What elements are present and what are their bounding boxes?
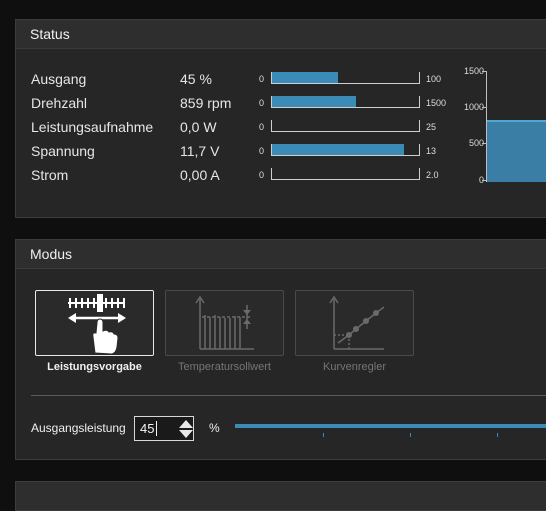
status-row-spannung: Spannung 11,7 V 0 13 xyxy=(31,142,451,162)
power-setpoint-icon xyxy=(68,294,126,355)
gauge-tick-label: 1000 xyxy=(463,102,484,112)
rpm-gauge: 1500 1000 500 0 xyxy=(456,65,546,190)
row-value: 11,7 V xyxy=(180,143,220,159)
bar-max: 100 xyxy=(426,74,442,84)
level-bar xyxy=(271,72,420,84)
output-power-spinbox[interactable]: 45 xyxy=(134,416,194,441)
row-value: 0,00 A xyxy=(180,167,220,183)
row-value: 0,0 W xyxy=(180,119,217,135)
output-power-unit: % xyxy=(209,421,220,435)
next-panel xyxy=(15,481,546,511)
bar-min: 0 xyxy=(259,170,265,180)
bar-max: 13 xyxy=(426,146,437,156)
text-caret xyxy=(156,421,157,436)
row-label: Leistungsaufnahme xyxy=(31,119,154,135)
bar-max: 25 xyxy=(426,122,437,132)
row-value: 859 rpm xyxy=(180,95,232,111)
output-power-value[interactable]: 45 xyxy=(140,421,154,436)
bar-max: 2.0 xyxy=(426,170,439,180)
status-row-leistungsaufnahme: Leistungsaufnahme 0,0 W 0 25 xyxy=(31,118,451,138)
status-row-ausgang: Ausgang 45 % 0 100 xyxy=(31,70,451,90)
level-bar-fill xyxy=(272,144,405,155)
curve-control-icon xyxy=(329,295,385,350)
gauge-tick xyxy=(482,71,486,72)
mode-panel: Modus Leistungsvorgabe Temperatursollwer… xyxy=(15,239,546,460)
row-label: Ausgang xyxy=(31,71,87,87)
output-power-slider[interactable] xyxy=(235,424,546,428)
mode-label-power: Leistungsvorgabe xyxy=(47,361,142,373)
mode-label-temperature: Temperatursollwert xyxy=(178,361,271,373)
level-bar xyxy=(271,96,420,108)
row-label: Spannung xyxy=(31,143,95,159)
gauge-tick xyxy=(482,107,486,108)
level-bar-fill xyxy=(272,72,339,83)
level-bar xyxy=(271,168,420,180)
row-value: 45 % xyxy=(180,71,212,87)
bar-min: 0 xyxy=(259,122,265,132)
gauge-tick xyxy=(482,143,486,144)
status-panel: Status Ausgang 45 % 0 100 Drehzahl 859 r… xyxy=(15,19,546,218)
row-label: Strom xyxy=(31,167,69,183)
mode-button-curve[interactable] xyxy=(295,290,414,356)
slider-tick xyxy=(323,433,324,437)
mode-divider xyxy=(31,395,546,396)
slider-tick xyxy=(410,433,411,437)
row-label: Drehzahl xyxy=(31,95,88,111)
bar-min: 0 xyxy=(259,146,265,156)
spin-up-icon[interactable] xyxy=(179,420,193,428)
slider-tick xyxy=(497,433,498,437)
bar-max: 1500 xyxy=(426,98,447,108)
spin-down-icon[interactable] xyxy=(179,430,193,438)
mode-button-power[interactable] xyxy=(35,290,154,356)
status-row-strom: Strom 0,00 A 0 2.0 xyxy=(31,166,451,186)
mode-button-temperature[interactable] xyxy=(165,290,284,356)
mode-header: Modus xyxy=(16,240,546,269)
level-bar xyxy=(271,120,420,132)
bar-min: 0 xyxy=(259,74,265,84)
status-row-drehzahl: Drehzahl 859 rpm 0 1500 xyxy=(31,94,451,114)
output-power-label: Ausgangsleistung xyxy=(31,421,126,435)
temperature-setpoint-icon xyxy=(195,295,254,350)
gauge-area xyxy=(487,120,546,182)
status-header: Status xyxy=(16,20,546,49)
gauge-tick xyxy=(482,180,486,181)
level-bar xyxy=(271,144,420,156)
bar-min: 0 xyxy=(259,98,265,108)
next-panel-header xyxy=(16,482,546,511)
mode-label-curve: Kurvenregler xyxy=(323,361,386,373)
level-bar-fill xyxy=(272,96,357,107)
gauge-tick-label: 1500 xyxy=(463,66,484,76)
